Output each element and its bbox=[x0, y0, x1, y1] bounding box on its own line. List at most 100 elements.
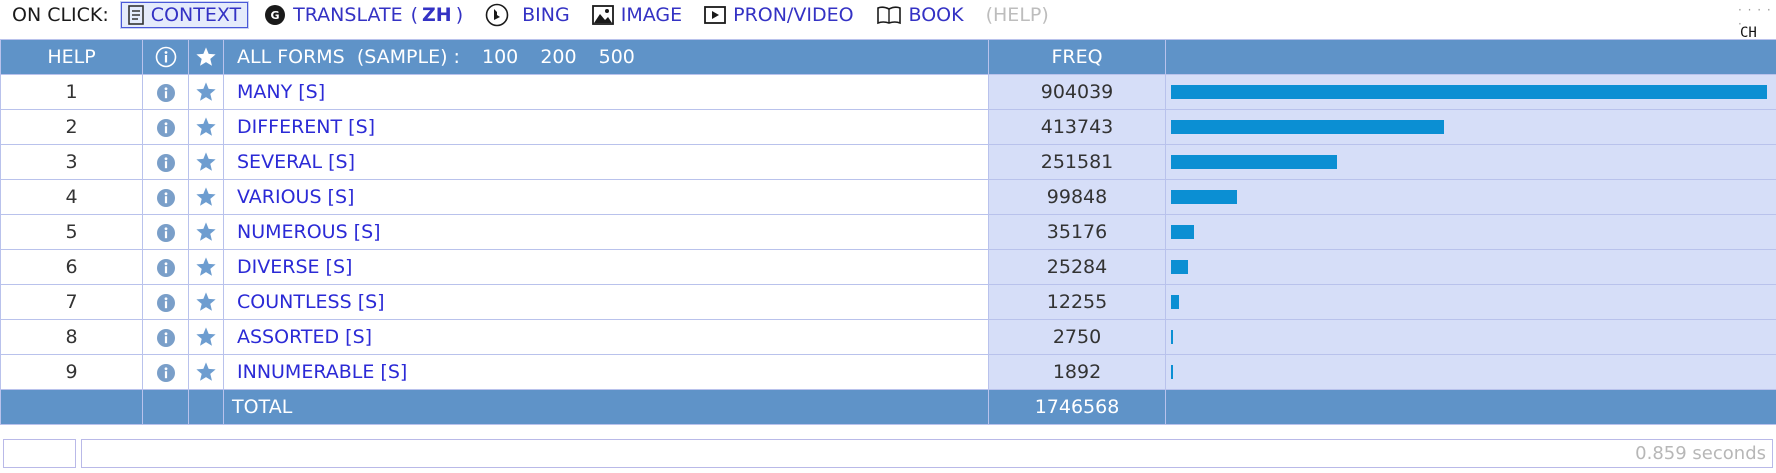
star-icon bbox=[195, 221, 217, 243]
word-form-link[interactable]: NUMEROUS [S] bbox=[223, 214, 989, 250]
row-bar-cell bbox=[1165, 284, 1776, 320]
row-bar-cell bbox=[1165, 179, 1776, 215]
star-icon bbox=[195, 361, 217, 383]
total-label: TOTAL bbox=[223, 389, 989, 425]
table-header-row: HELP ALL FORMS (SAMPLE) : 100 200 500 FR… bbox=[0, 39, 1776, 75]
row-frequency: 2750 bbox=[988, 319, 1166, 355]
translate-lang-open-paren: ( bbox=[410, 4, 419, 26]
svg-text:G: G bbox=[271, 9, 280, 22]
star-icon bbox=[195, 256, 217, 278]
pron-video-label: PRON/VIDEO bbox=[733, 4, 854, 26]
table-row: 1 MANY [S] 904039 bbox=[0, 74, 1776, 110]
total-value: 1746568 bbox=[988, 389, 1166, 425]
sample-500-link[interactable]: 500 bbox=[599, 46, 635, 68]
row-favorite-button[interactable] bbox=[188, 74, 224, 110]
freq-column-header[interactable]: FREQ bbox=[988, 39, 1166, 75]
help-link[interactable]: (HELP) bbox=[986, 4, 1049, 26]
row-favorite-button[interactable] bbox=[188, 354, 224, 390]
row-number: 8 bbox=[0, 319, 143, 355]
row-number: 3 bbox=[0, 144, 143, 180]
help-column-header[interactable]: HELP bbox=[0, 39, 143, 75]
row-favorite-button[interactable] bbox=[188, 214, 224, 250]
row-favorite-button[interactable] bbox=[188, 319, 224, 355]
row-info-button[interactable] bbox=[142, 319, 189, 355]
info-circle-icon bbox=[155, 46, 177, 68]
row-number: 9 bbox=[0, 354, 143, 390]
star-icon bbox=[195, 116, 217, 138]
row-number: 7 bbox=[0, 284, 143, 320]
info-icon bbox=[156, 221, 176, 243]
row-bar-cell bbox=[1165, 109, 1776, 145]
star-icon bbox=[195, 81, 217, 103]
total-row: TOTAL 1746568 bbox=[0, 389, 1776, 425]
word-form-link[interactable]: INNUMERABLE [S] bbox=[223, 354, 989, 390]
word-form-link[interactable]: SEVERAL [S] bbox=[223, 144, 989, 180]
star-icon bbox=[195, 151, 217, 173]
info-icon bbox=[156, 81, 176, 103]
word-form-link[interactable]: COUNTLESS [S] bbox=[223, 284, 989, 320]
book-button[interactable]: BOOK bbox=[876, 4, 964, 26]
row-number: 1 bbox=[0, 74, 143, 110]
frequency-bar bbox=[1171, 260, 1188, 274]
all-forms-label: ALL FORMS (SAMPLE) : bbox=[237, 46, 460, 68]
frequency-bar bbox=[1171, 295, 1179, 309]
frequency-bar bbox=[1171, 365, 1173, 379]
on-click-label: ON CLICK: bbox=[12, 4, 109, 26]
word-form-link[interactable]: ASSORTED [S] bbox=[223, 319, 989, 355]
sample-200-link[interactable]: 200 bbox=[540, 46, 576, 68]
translate-lang: ZH bbox=[422, 4, 452, 26]
bing-icon bbox=[485, 3, 509, 27]
pron-video-button[interactable]: PRON/VIDEO bbox=[704, 4, 854, 26]
row-info-button[interactable] bbox=[142, 354, 189, 390]
table-row: 9 INNUMERABLE [S] 1892 bbox=[0, 354, 1776, 390]
table-row: 6 DIVERSE [S] 25284 bbox=[0, 249, 1776, 285]
bing-label: BING bbox=[522, 4, 570, 26]
row-info-button[interactable] bbox=[142, 109, 189, 145]
image-button[interactable]: IMAGE bbox=[591, 4, 683, 26]
info-icon bbox=[156, 326, 176, 348]
bing-button[interactable]: BING bbox=[485, 3, 570, 27]
frequency-table: HELP ALL FORMS (SAMPLE) : 100 200 500 FR… bbox=[0, 39, 1776, 425]
row-number: 4 bbox=[0, 179, 143, 215]
row-frequency: 1892 bbox=[988, 354, 1166, 390]
total-empty-cell bbox=[1165, 389, 1776, 425]
row-favorite-button[interactable] bbox=[188, 144, 224, 180]
row-info-button[interactable] bbox=[142, 144, 189, 180]
word-form-link[interactable]: DIFFERENT [S] bbox=[223, 109, 989, 145]
word-form-link[interactable]: VARIOUS [S] bbox=[223, 179, 989, 215]
row-favorite-button[interactable] bbox=[188, 249, 224, 285]
sample-100-link[interactable]: 100 bbox=[482, 46, 518, 68]
row-frequency: 413743 bbox=[988, 109, 1166, 145]
row-info-button[interactable] bbox=[142, 179, 189, 215]
word-form-link[interactable]: MANY [S] bbox=[223, 74, 989, 110]
row-bar-cell bbox=[1165, 74, 1776, 110]
row-info-button[interactable] bbox=[142, 284, 189, 320]
row-frequency: 35176 bbox=[988, 214, 1166, 250]
click-action-toolbar: ON CLICK: CONTEXT G TRANSLATE (ZH) BING … bbox=[0, 0, 1740, 30]
table-row: 7 COUNTLESS [S] 12255 bbox=[0, 284, 1776, 320]
translate-button[interactable]: G TRANSLATE (ZH) bbox=[264, 4, 463, 26]
book-icon bbox=[876, 5, 902, 25]
context-button[interactable]: CONTEXT bbox=[120, 2, 249, 28]
row-bar-cell bbox=[1165, 319, 1776, 355]
info-icon bbox=[156, 291, 176, 313]
star-column-header bbox=[188, 39, 224, 75]
translate-lang-close-paren: ) bbox=[455, 4, 464, 26]
row-favorite-button[interactable] bbox=[188, 284, 224, 320]
row-favorite-button[interactable] bbox=[188, 179, 224, 215]
row-info-button[interactable] bbox=[142, 74, 189, 110]
image-label: IMAGE bbox=[620, 4, 683, 26]
row-info-button[interactable] bbox=[142, 214, 189, 250]
row-favorite-button[interactable] bbox=[188, 109, 224, 145]
word-form-link[interactable]: DIVERSE [S] bbox=[223, 249, 989, 285]
star-icon bbox=[195, 46, 217, 68]
status-box-left bbox=[3, 439, 76, 468]
table-row: 4 VARIOUS [S] 99848 bbox=[0, 179, 1776, 215]
row-frequency: 99848 bbox=[988, 179, 1166, 215]
row-info-button[interactable] bbox=[142, 249, 189, 285]
info-icon bbox=[156, 151, 176, 173]
total-empty-cell bbox=[142, 389, 189, 425]
video-play-icon bbox=[704, 6, 727, 24]
row-bar-cell bbox=[1165, 214, 1776, 250]
row-frequency: 904039 bbox=[988, 74, 1166, 110]
